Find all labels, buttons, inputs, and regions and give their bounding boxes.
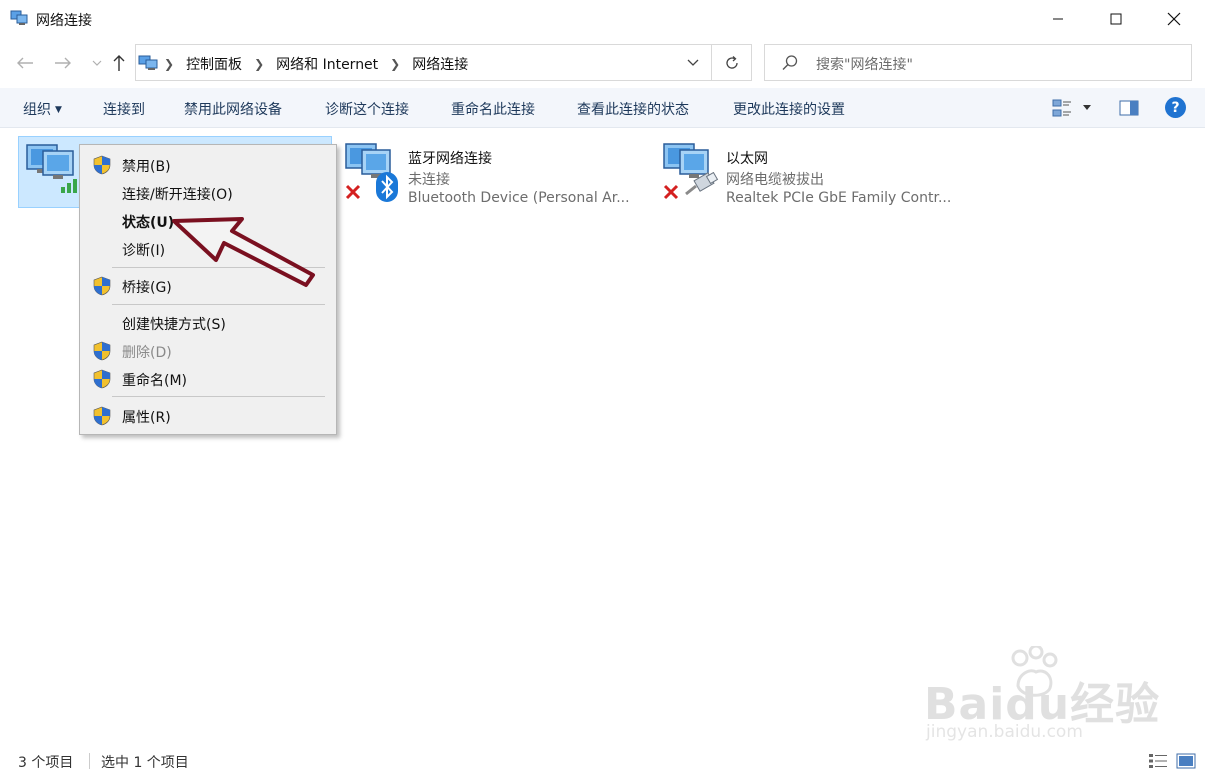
menu-item-label: 禁用(B): [122, 159, 171, 175]
forward-button[interactable]: [52, 52, 74, 74]
chevron-right-icon[interactable]: ❯: [390, 57, 400, 71]
chevron-down-icon: [92, 60, 102, 66]
change-settings-button[interactable]: 更改此连接的设置: [733, 99, 845, 119]
back-arrow-icon: [17, 57, 33, 69]
menu-item-label: 连接/断开连接(O): [122, 187, 233, 203]
shield-icon: [93, 155, 111, 175]
shield-icon: [93, 369, 111, 389]
up-button[interactable]: [108, 52, 130, 74]
shield-icon: [93, 406, 111, 426]
menu-item-label: 桥接(G): [122, 280, 172, 296]
connection-device: Bluetooth Device (Personal Ar...: [408, 190, 630, 206]
organize-label: 组织: [23, 102, 51, 118]
bluetooth-icon: [376, 172, 398, 202]
diagnose-button[interactable]: 诊断这个连接: [325, 99, 409, 119]
recent-locations-button[interactable]: [86, 52, 108, 74]
search-icon: [782, 55, 798, 70]
caret-down-icon: ▼: [55, 105, 62, 115]
up-arrow-icon: [113, 55, 125, 71]
close-icon: [1167, 12, 1181, 26]
breadcrumb-network-internet[interactable]: 网络和 Internet: [276, 54, 378, 74]
menu-item-create-shortcut[interactable]: 创建快捷方式(S): [80, 310, 336, 336]
help-icon[interactable]: ?: [1165, 97, 1186, 118]
chevron-right-icon: ❯: [164, 57, 175, 71]
menu-item-disable[interactable]: 禁用(B): [80, 152, 336, 178]
breadcrumb-control-panel[interactable]: 控制面板: [186, 54, 242, 74]
ethernet-cable-icon: [685, 172, 719, 196]
menu-item-properties[interactable]: 属性(R): [80, 403, 336, 429]
window-title: 网络连接: [36, 13, 92, 29]
forward-arrow-icon: [55, 57, 71, 69]
menu-item-label: 重命名(M): [122, 373, 188, 389]
watermark-url: jingyan.baidu.com: [926, 722, 1083, 742]
menu-separator: [112, 304, 325, 305]
baidu-watermark: Baidu经验 jingyan.baidu.com: [924, 646, 1159, 746]
disable-device-button[interactable]: 禁用此网络设备: [184, 99, 282, 119]
large-icons-view-icon[interactable]: [1176, 752, 1196, 770]
search-box[interactable]: 搜索"网络连接": [764, 44, 1192, 81]
network-app-icon: [138, 55, 158, 70]
command-bar: 组织 ▼ 连接到 禁用此网络设备 诊断这个连接 重命名此连接 查看此连接的状态 更…: [0, 88, 1205, 128]
chevron-down-icon: [687, 59, 699, 66]
menu-item-label: 删除(D): [122, 345, 172, 361]
maximize-icon: [1110, 13, 1122, 25]
search-input[interactable]: 搜索"网络连接": [816, 54, 913, 74]
connection-status: 未连接: [408, 172, 450, 188]
shield-icon: [93, 276, 111, 296]
caret-down-icon[interactable]: [1083, 105, 1091, 111]
minimize-icon: [1053, 18, 1063, 20]
connection-name: 以太网: [726, 151, 768, 167]
network-app-icon: [10, 10, 28, 25]
preview-pane-icon[interactable]: [1118, 97, 1140, 119]
selection-count: 选中 1 个项目: [101, 755, 189, 771]
address-dropdown-button[interactable]: [683, 54, 703, 72]
organize-button[interactable]: 组织 ▼: [23, 99, 62, 119]
view-status-button[interactable]: 查看此连接的状态: [577, 99, 689, 119]
menu-item-delete: 删除(D): [80, 338, 336, 364]
connection-name: 蓝牙网络连接: [408, 151, 492, 167]
connect-to-button[interactable]: 连接到: [103, 99, 145, 119]
breadcrumb-network-connections[interactable]: 网络连接: [412, 54, 468, 74]
connection-status: 网络电缆被拔出: [726, 172, 824, 188]
annotation-arrow: [172, 217, 315, 287]
menu-separator: [112, 396, 325, 397]
connection-device: Realtek PCIe GbE Family Contr...: [726, 190, 952, 206]
navigation-bar: ❯ 控制面板 ❯ 网络和 Internet ❯ 网络连接 搜索"网络连接": [0, 38, 1205, 88]
wireless-network-icon: [26, 144, 83, 193]
details-view-icon[interactable]: [1148, 752, 1168, 770]
back-button[interactable]: [14, 52, 36, 74]
close-button[interactable]: [1145, 0, 1203, 38]
maximize-button[interactable]: [1087, 0, 1145, 38]
title-bar: 网络连接: [0, 0, 1205, 38]
item-count: 3 个项目: [18, 755, 74, 771]
connection-tile-bluetooth[interactable]: 蓝牙网络连接 未连接 Bluetooth Device (Personal Ar…: [338, 136, 648, 208]
refresh-icon: [725, 55, 738, 69]
menu-item-label: 诊断(I): [122, 243, 166, 259]
connection-tile-ethernet[interactable]: 以太网 网络电缆被拔出 Realtek PCIe GbE Family Cont…: [656, 136, 966, 208]
refresh-button[interactable]: [712, 44, 752, 81]
menu-item-label: 属性(R): [122, 410, 171, 426]
address-bar[interactable]: ❯ 控制面板 ❯ 网络和 Internet ❯ 网络连接: [135, 44, 712, 81]
breadcrumb: ❯ 控制面板 ❯ 网络和 Internet ❯ 网络连接: [162, 54, 468, 74]
view-options-icon[interactable]: [1051, 97, 1073, 119]
menu-item-label: 创建快捷方式(S): [122, 317, 226, 333]
menu-item-connect-disconnect[interactable]: 连接/断开连接(O): [80, 180, 336, 206]
status-divider: [89, 753, 90, 769]
shield-icon: [93, 341, 111, 361]
rename-button[interactable]: 重命名此连接: [451, 99, 535, 119]
menu-item-label: 状态(U): [122, 215, 175, 231]
minimize-button[interactable]: [1029, 0, 1087, 38]
chevron-right-icon[interactable]: ❯: [254, 57, 264, 71]
status-bar: 3 个项目 选中 1 个项目: [0, 744, 1205, 777]
menu-item-rename[interactable]: 重命名(M): [80, 366, 336, 392]
